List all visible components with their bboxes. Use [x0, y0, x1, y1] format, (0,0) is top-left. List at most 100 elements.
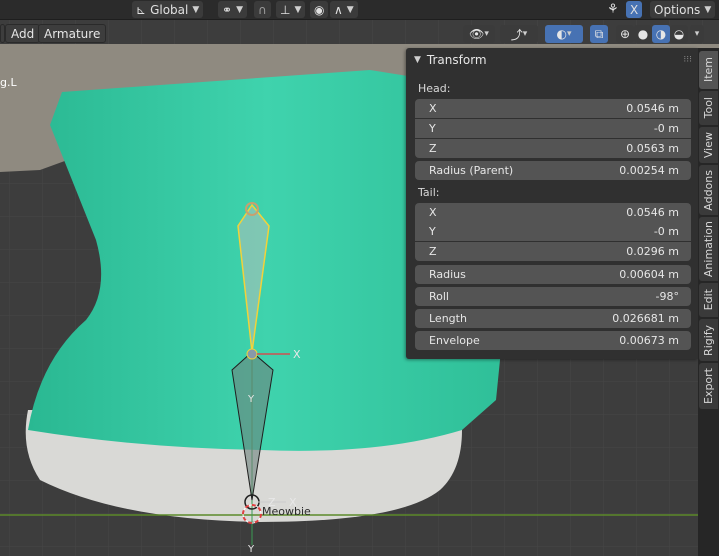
bone-name-label: g.L [0, 76, 17, 89]
sidebar-tabs: Item Tool View Addons Animation Edit Rig… [698, 48, 719, 556]
chevron-down-icon: ▾ [694, 29, 700, 39]
overlays-icon: ◐ [556, 27, 567, 41]
tab-label: Item [702, 57, 715, 83]
chevron-down-icon: ▼ [236, 4, 243, 15]
tab-animation[interactable]: Animation [699, 217, 718, 281]
gizmo-dropdown[interactable]: ⤴ ▾ [500, 25, 538, 43]
head-x-field[interactable]: X 0.0546 m [415, 99, 691, 118]
snap-magnet-icon: ∩ [258, 2, 267, 17]
solid-sphere-icon: ● [637, 27, 649, 41]
tab-view[interactable]: View [699, 127, 718, 163]
shading-options-dropdown[interactable]: ▾ [690, 25, 704, 43]
axis-y-label: Y [247, 394, 255, 405]
chevron-down-icon: ▾ [566, 29, 572, 39]
xray-icon: ⧉ [594, 26, 604, 41]
field-value: 0.00254 m [619, 164, 679, 177]
transform-panel-header[interactable]: ▼ Transform ⁝⁝⁝ [406, 48, 698, 72]
axis-y2-label: Y [247, 544, 255, 555]
drag-grip-icon[interactable]: ⁝⁝⁝ [683, 55, 692, 65]
mirror-toggle[interactable]: ⚘ [607, 1, 619, 18]
x-axis-toggle[interactable]: X [626, 1, 643, 18]
field-value: 0.0546 m [626, 102, 679, 115]
length-field[interactable]: Length 0.026681 m [415, 309, 691, 328]
field-value: -98° [655, 290, 679, 303]
viewport-header: Add Armature [0, 22, 719, 44]
envelope-field[interactable]: Envelope 0.00673 m [415, 331, 691, 350]
radius-parent-field[interactable]: Radius (Parent) 0.00254 m [415, 161, 691, 180]
tail-y-field[interactable]: Y -0 m [415, 222, 691, 241]
options-dropdown[interactable]: Options ▼ [650, 1, 716, 18]
snap-target-dropdown[interactable]: ⊥ ▼ [276, 1, 306, 18]
orientation-dropdown[interactable]: ⊾ Global ▼ [132, 1, 204, 18]
tab-edit[interactable]: Edit [699, 283, 718, 317]
field-label: X [429, 206, 437, 219]
field-label: Envelope [429, 334, 480, 347]
material-sphere-icon: ◑ [655, 27, 667, 41]
visibility-dropdown[interactable]: 👁 ▾ [463, 25, 495, 43]
chevron-down-icon: ▾ [522, 29, 528, 39]
pivot-icon: ⚭ [222, 2, 233, 17]
tab-label: View [702, 131, 715, 159]
pivot-dropdown[interactable]: ⚭ ▼ [218, 1, 247, 18]
field-label: X [429, 102, 437, 115]
chevron-down-icon: ▼ [294, 4, 302, 15]
tail-x-field[interactable]: X 0.0546 m [415, 203, 691, 222]
object-name-label: Meowbie [262, 505, 311, 518]
panel-title: Transform [426, 53, 487, 67]
field-value: 0.00604 m [619, 268, 679, 281]
snap-increment-icon: ⊥ [280, 2, 291, 17]
material-shading[interactable]: ◑ [652, 25, 670, 43]
tab-rigify[interactable]: Rigify [699, 319, 718, 361]
add-menu-label: Add [11, 26, 35, 41]
field-label: Z [429, 245, 437, 258]
top-toolbar: ⊾ Global ▼ ⚭ ▼ ∩ ⊥ ▼ ◉ ∧ ▼ ⚘ X Options ▼ [0, 0, 719, 20]
eye-icon: 👁 [469, 27, 485, 41]
field-value: 0.0563 m [626, 142, 679, 155]
solid-shading[interactable]: ● [634, 25, 652, 43]
tail-z-field[interactable]: Z 0.0296 m [415, 242, 691, 261]
roll-field[interactable]: Roll -98° [415, 287, 691, 306]
tab-label: Tool [702, 97, 715, 119]
chevron-down-icon: ▼ [704, 4, 712, 15]
rendered-shading[interactable]: ◒ [670, 25, 688, 43]
wireframe-shading[interactable]: ⊕ [616, 25, 634, 43]
add-menu[interactable]: Add [5, 24, 41, 43]
field-value: 0.00673 m [619, 334, 679, 347]
tab-label: Rigify [702, 324, 715, 356]
tab-label: Animation [702, 220, 715, 278]
falloff-dropdown[interactable]: ∧ ▼ [330, 1, 358, 18]
radius-field[interactable]: Radius 0.00604 m [415, 265, 691, 284]
armature-menu-label: Armature [44, 26, 101, 41]
snap-toggle[interactable]: ∩ [254, 1, 271, 18]
field-value: -0 m [653, 225, 679, 238]
overlays-dropdown[interactable]: ◐ ▾ [545, 25, 583, 43]
field-label: Z [429, 142, 437, 155]
field-label: Radius [429, 268, 466, 281]
proportional-edit-toggle[interactable]: ◉ [310, 1, 329, 18]
tab-item[interactable]: Item [699, 51, 718, 89]
head-y-field[interactable]: Y -0 m [415, 119, 691, 138]
armature-menu[interactable]: Armature [38, 24, 107, 43]
x-mirror-button[interactable]: X [626, 1, 643, 18]
xray-toggle[interactable]: ⧉ [590, 25, 608, 43]
chevron-down-icon: ▼ [192, 4, 200, 15]
tab-addons[interactable]: Addons [699, 165, 718, 215]
proportional-edit-icon: ◉ [314, 2, 325, 17]
butterfly-icon: ⚘ [607, 2, 619, 17]
field-label: Y [429, 122, 436, 135]
field-value: 0.0296 m [626, 245, 679, 258]
tab-tool[interactable]: Tool [699, 91, 718, 125]
gizmo-icon: ⤴ [510, 27, 523, 42]
bone-joint[interactable] [246, 348, 258, 360]
field-label: Radius (Parent) [429, 164, 514, 177]
field-value: -0 m [653, 122, 679, 135]
field-label: Roll [429, 290, 449, 303]
collapse-triangle-icon: ▼ [414, 55, 421, 65]
axis-x-label: X [293, 348, 301, 361]
head-section-label: Head: [418, 82, 451, 95]
field-label: Length [429, 312, 467, 325]
tab-label: Addons [702, 169, 715, 211]
falloff-curve-icon: ∧ [334, 2, 343, 17]
head-z-field[interactable]: Z 0.0563 m [415, 139, 691, 158]
tab-export[interactable]: Export [699, 363, 718, 409]
